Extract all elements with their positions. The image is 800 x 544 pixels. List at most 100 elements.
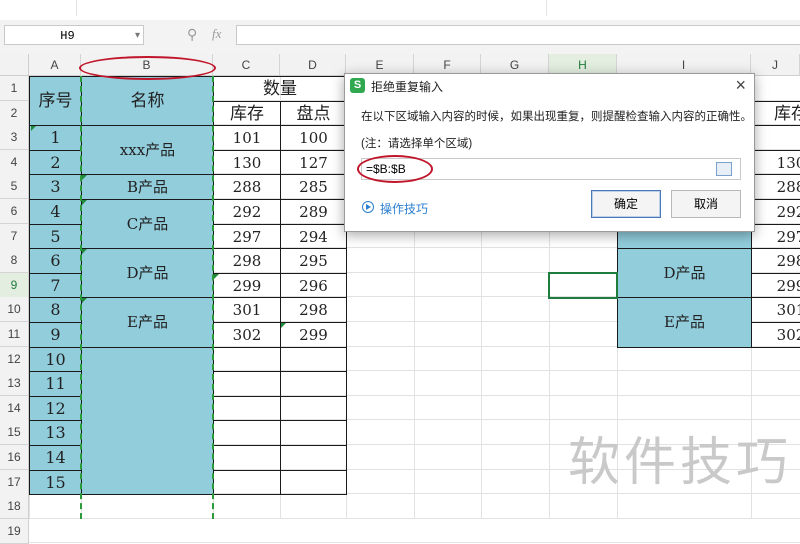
zoom-icon[interactable]: ⚲ bbox=[187, 26, 197, 43]
seq-cell[interactable]: 15 bbox=[29, 469, 82, 496]
name-cell[interactable]: E产品 bbox=[81, 297, 214, 348]
right-j-cell[interactable]: 288 bbox=[751, 174, 800, 200]
row-header-5[interactable]: 5 bbox=[0, 174, 29, 200]
seq-cell[interactable]: 13 bbox=[29, 420, 82, 446]
fx-icon[interactable]: fx bbox=[212, 26, 221, 42]
stock-cell[interactable]: 130 bbox=[213, 149, 281, 176]
row-header-9[interactable]: 9 bbox=[0, 272, 29, 298]
seq-cell[interactable]: 7 bbox=[29, 272, 82, 299]
row-header-17[interactable]: 17 bbox=[0, 469, 29, 495]
seq-cell[interactable]: 14 bbox=[29, 445, 82, 471]
check-cell[interactable]: 299 bbox=[280, 322, 347, 348]
check-cell[interactable] bbox=[280, 395, 347, 422]
header-stock[interactable]: 库存 bbox=[213, 100, 281, 127]
tips-link[interactable]: 操作技巧 bbox=[380, 200, 428, 217]
row-header-8[interactable]: 8 bbox=[0, 248, 29, 274]
check-cell[interactable]: 294 bbox=[280, 223, 347, 250]
row-header-13[interactable]: 13 bbox=[0, 371, 29, 397]
seq-cell[interactable]: 12 bbox=[29, 395, 82, 422]
check-cell[interactable]: 100 bbox=[280, 125, 347, 151]
selected-cell-h9[interactable] bbox=[548, 271, 618, 300]
chevron-down-icon[interactable]: ▾ bbox=[135, 26, 140, 46]
stock-cell[interactable] bbox=[213, 445, 281, 471]
close-icon[interactable]: × bbox=[735, 75, 746, 96]
seq-cell[interactable]: 8 bbox=[29, 297, 82, 323]
name-cell[interactable]: xxx产品 bbox=[81, 125, 214, 176]
right-j-cell[interactable]: 298 bbox=[751, 248, 800, 274]
stock-cell[interactable]: 101 bbox=[213, 125, 281, 151]
row-header-12[interactable]: 12 bbox=[0, 346, 29, 372]
seq-cell[interactable]: 5 bbox=[29, 223, 82, 250]
row-header-15[interactable]: 15 bbox=[0, 420, 29, 446]
header-name[interactable]: 名称 bbox=[81, 76, 214, 127]
seq-cell[interactable]: 9 bbox=[29, 322, 82, 348]
row-header-6[interactable]: 6 bbox=[0, 199, 29, 225]
play-icon[interactable] bbox=[362, 201, 374, 213]
row-header-18[interactable]: 18 bbox=[0, 494, 29, 520]
row-header-7[interactable]: 7 bbox=[0, 223, 29, 249]
right-j-header[interactable]: 库存 bbox=[751, 100, 800, 127]
check-cell[interactable]: 127 bbox=[280, 149, 347, 176]
column-header-j[interactable]: J bbox=[751, 54, 800, 76]
check-cell[interactable]: 296 bbox=[280, 272, 347, 299]
check-cell[interactable] bbox=[280, 420, 347, 446]
right-j-cell[interactable]: 301 bbox=[751, 297, 800, 323]
right-name-cell[interactable]: D产品 bbox=[617, 248, 752, 299]
seq-cell[interactable]: 10 bbox=[29, 346, 82, 373]
name-cell[interactable]: D产品 bbox=[81, 248, 214, 299]
name-cell[interactable]: C产品 bbox=[81, 199, 214, 250]
seq-cell[interactable]: 11 bbox=[29, 371, 82, 397]
row-header-3[interactable]: 3 bbox=[0, 125, 29, 151]
row-header-2[interactable]: 2 bbox=[0, 100, 29, 126]
right-j-cell[interactable]: 292 bbox=[751, 199, 800, 225]
name-box[interactable]: H9 ▾ bbox=[4, 25, 144, 45]
row-header-19[interactable]: 19 bbox=[0, 518, 29, 544]
ok-button[interactable]: 确定 bbox=[591, 190, 661, 218]
right-j-cell[interactable]: 302 bbox=[751, 322, 800, 348]
row-header-10[interactable]: 10 bbox=[0, 297, 29, 323]
check-cell[interactable] bbox=[280, 469, 347, 496]
check-cell[interactable] bbox=[280, 445, 347, 471]
seq-cell[interactable]: 6 bbox=[29, 248, 82, 274]
seq-cell[interactable]: 1 bbox=[29, 125, 82, 151]
header-qty[interactable]: 数量 bbox=[213, 76, 347, 102]
right-name-cell[interactable]: E产品 bbox=[617, 297, 752, 348]
cancel-button[interactable]: 取消 bbox=[671, 190, 741, 218]
stock-cell[interactable]: 292 bbox=[213, 199, 281, 225]
column-header-c[interactable]: C bbox=[213, 54, 280, 76]
row-header-4[interactable]: 4 bbox=[0, 149, 29, 175]
right-j-cell[interactable]: 130 bbox=[751, 149, 800, 176]
check-cell[interactable]: 289 bbox=[280, 199, 347, 225]
stock-cell[interactable]: 299 bbox=[213, 272, 281, 299]
right-j-cell[interactable]: 299 bbox=[751, 272, 800, 299]
seq-cell[interactable]: 4 bbox=[29, 199, 82, 225]
check-cell[interactable]: 295 bbox=[280, 248, 347, 274]
select-all-corner[interactable] bbox=[0, 54, 29, 76]
stock-cell[interactable] bbox=[213, 469, 281, 496]
name-cell[interactable]: B产品 bbox=[81, 174, 214, 200]
check-cell[interactable] bbox=[280, 371, 347, 397]
stock-cell[interactable] bbox=[213, 420, 281, 446]
stock-cell[interactable] bbox=[213, 346, 281, 373]
collapse-dialog-icon[interactable] bbox=[716, 162, 732, 176]
column-header-d[interactable]: D bbox=[280, 54, 346, 76]
formula-input[interactable] bbox=[236, 25, 800, 45]
header-seq[interactable]: 序号 bbox=[29, 76, 82, 127]
stock-cell[interactable]: 288 bbox=[213, 174, 281, 200]
dialog-title-bar[interactable]: S 拒绝重复输入 × bbox=[345, 74, 754, 98]
check-cell[interactable] bbox=[280, 346, 347, 373]
row-header-16[interactable]: 16 bbox=[0, 445, 29, 471]
stock-cell[interactable]: 297 bbox=[213, 223, 281, 250]
check-cell[interactable]: 298 bbox=[280, 297, 347, 323]
header-check[interactable]: 盘点 bbox=[280, 100, 347, 127]
stock-cell[interactable] bbox=[213, 371, 281, 397]
stock-cell[interactable] bbox=[213, 395, 281, 422]
stock-cell[interactable]: 301 bbox=[213, 297, 281, 323]
stock-cell[interactable]: 298 bbox=[213, 248, 281, 274]
row-header-11[interactable]: 11 bbox=[0, 322, 29, 348]
right-j-cell[interactable]: 297 bbox=[751, 223, 800, 250]
stock-cell[interactable]: 302 bbox=[213, 322, 281, 348]
seq-cell[interactable]: 2 bbox=[29, 149, 82, 176]
seq-cell[interactable]: 3 bbox=[29, 174, 82, 200]
check-cell[interactable]: 285 bbox=[280, 174, 347, 200]
